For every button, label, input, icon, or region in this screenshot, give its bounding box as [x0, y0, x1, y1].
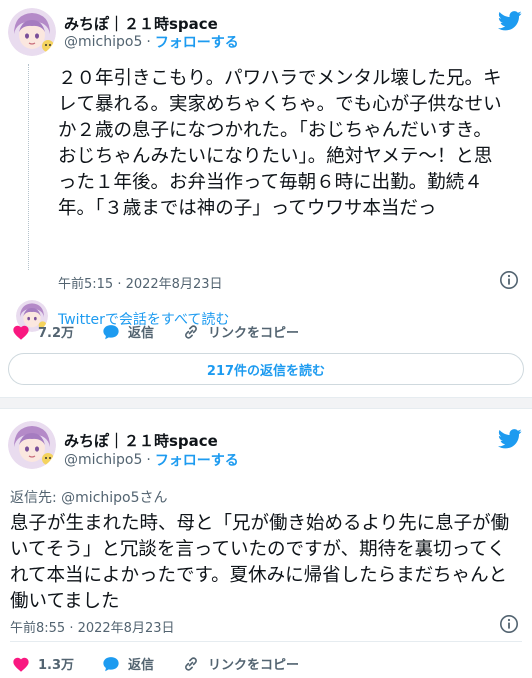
like-button[interactable]: 1.3万 [12, 654, 74, 673]
author-name-row: みちぽ｜２１時space [64, 430, 218, 451]
reply-to-label[interactable]: 返信先: @michipo5さん [10, 487, 168, 507]
copy-link-button[interactable]: リンクをコピー [182, 322, 299, 341]
tweet-actions: 1.3万 返信 リンクをコピー [12, 654, 327, 673]
tweet-timestamp[interactable]: 午前5:15 · 2022年8月23日 [58, 273, 223, 292]
follow-button[interactable]: フォローする [155, 450, 239, 470]
follow-button[interactable]: フォローする [155, 32, 239, 52]
like-count: 1.3万 [38, 658, 75, 673]
author-name-row: みちぽ｜２１時space [64, 13, 218, 34]
author-handle-row: @michipo5 · フォローする [64, 32, 239, 52]
copy-link-label: リンクをコピー [208, 326, 300, 341]
twitter-bird-icon[interactable] [498, 11, 522, 31]
reply-button[interactable]: 返信 [102, 654, 154, 673]
display-name[interactable]: みちぽ｜２１時space [64, 430, 218, 451]
separator-dot: · [146, 452, 151, 468]
info-icon[interactable] [499, 270, 519, 290]
tweet-timestamp[interactable]: 午前8:55 · 2022年8月23日 [10, 617, 175, 636]
read-replies-button[interactable]: 217件の返信を読む [8, 353, 524, 385]
thread-line [28, 64, 29, 270]
like-count: 7.2万 [38, 326, 75, 341]
avatar[interactable] [8, 8, 56, 56]
reply-bubble-icon [103, 656, 119, 671]
reply-button[interactable]: 返信 [102, 322, 154, 341]
copy-link-label: リンクをコピー [208, 658, 300, 673]
tweet-card-1: みちぽ｜２１時space @michipo5 · フォローする ２０年引きこもり… [0, 0, 532, 397]
card-separator [0, 397, 532, 409]
twitter-bird-icon[interactable] [498, 429, 522, 449]
like-button[interactable]: 7.2万 [12, 322, 74, 341]
tweet-text: 息子が生まれた時、母と「兄が働き始めるより先に息子が働いてそう」と冗談を言ってい… [10, 513, 510, 612]
avatar[interactable] [8, 421, 56, 469]
heart-icon [13, 325, 29, 340]
separator-dot: · [146, 34, 151, 50]
link-icon [185, 656, 197, 671]
tweet-text: ２０年引きこもり。パワハラでメンタル壊した兄。キレて暴れる。実家めちゃくちゃ。で… [58, 68, 502, 219]
heart-icon [13, 657, 29, 672]
tweet-actions: 7.2万 返信 リンクをコピー [12, 322, 327, 341]
reply-bubble-icon [103, 324, 119, 339]
copy-link-button[interactable]: リンクをコピー [182, 654, 299, 673]
reply-label: 返信 [128, 658, 155, 673]
handle[interactable]: @michipo5 [64, 34, 142, 50]
display-name[interactable]: みちぽ｜２１時space [64, 13, 218, 34]
divider [10, 641, 522, 642]
author-handle-row: @michipo5 · フォローする [64, 450, 239, 470]
handle[interactable]: @michipo5 [64, 452, 142, 468]
reply-label: 返信 [128, 326, 155, 341]
link-icon [185, 324, 197, 339]
tweet-card-2: みちぽ｜２１時space @michipo5 · フォローする 返信先: @mi… [0, 409, 532, 678]
info-icon[interactable] [499, 614, 519, 634]
